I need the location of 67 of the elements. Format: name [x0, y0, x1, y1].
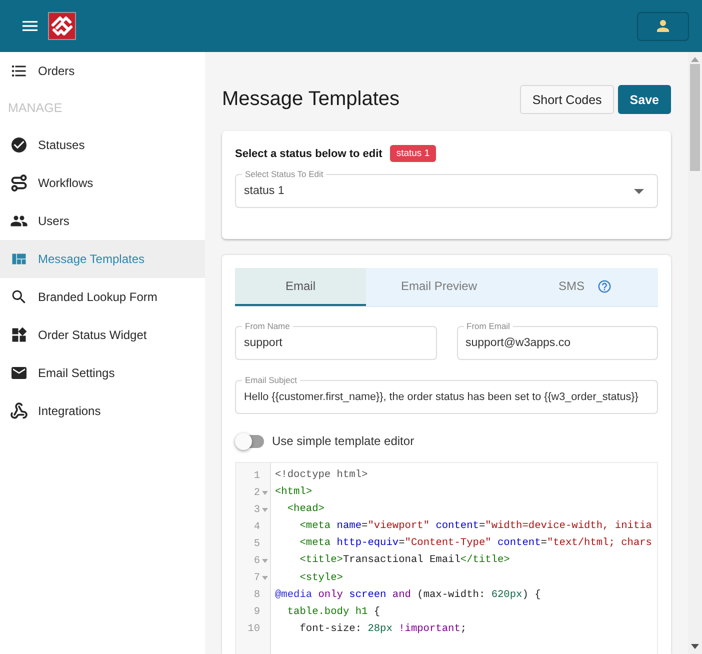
line-number: 4 [254, 520, 260, 533]
scrollbar-thumb[interactable] [690, 64, 700, 171]
line-number: 1 [254, 470, 260, 482]
search-icon [10, 288, 28, 306]
toggle-switch[interactable] [235, 432, 266, 450]
code-line: table.body h1 { [286, 604, 380, 620]
page-title: Message Templates [222, 88, 400, 111]
fold-arrow-icon[interactable] [262, 508, 268, 512]
dropdown-caret-icon [634, 188, 644, 194]
code-line: @media only screen and (max-width: 620px) { [275, 588, 541, 603]
line-number: 8 [254, 589, 260, 602]
code-line: font-size: 28px !important; [298, 622, 467, 637]
logo [48, 12, 76, 40]
code-line: <!doctype html> [275, 468, 368, 483]
field-label: Select Status To Edit [244, 169, 324, 180]
route-icon [10, 174, 28, 192]
envelope-icon [10, 364, 28, 382]
toggle-label: Use simple template editor [272, 434, 414, 448]
code-line: <meta name="viewport" content="width=device-width, initia [298, 519, 652, 534]
input-field[interactable]: Email Subject Hello {{customer.first_name}}, the order status has been set to {{w3_order_status}} [235, 375, 658, 414]
line-number: 5 [254, 538, 260, 550]
sidebar-item[interactable]: Orders [0, 52, 205, 90]
code-line: <head> [286, 502, 324, 518]
webhook-icon [10, 402, 28, 420]
line-number: 9 [254, 606, 260, 618]
code-line: <title>Transactional Email</title> [298, 553, 510, 568]
tab[interactable]: Email [235, 268, 366, 306]
account-button[interactable] [637, 12, 689, 40]
field-label: From Email [466, 321, 511, 332]
field-label: Email Subject [244, 375, 298, 386]
section-heading: MANAGE [7, 100, 64, 117]
tab[interactable]: Email Preview [366, 268, 512, 306]
sidebar-item[interactable]: Integrations [0, 392, 205, 430]
sidebar-item[interactable]: Users [0, 202, 205, 240]
line-number: 2 [254, 486, 260, 499]
person-icon [654, 17, 672, 35]
select-field[interactable]: Select Status To Edit status 1 [235, 169, 658, 208]
input-field[interactable]: From Name support [235, 321, 436, 360]
code-line: <style> [298, 570, 343, 586]
code-line: <meta http-equiv="Content-Type" content="text/html; chars [298, 536, 652, 552]
scrollbar[interactable] [688, 52, 702, 654]
tab[interactable]: SMS [512, 268, 658, 306]
scroll-down-icon[interactable] [691, 644, 699, 649]
line-number: 6 [254, 555, 260, 568]
sidebar-item[interactable]: Branded Lookup Form [0, 278, 205, 316]
save-button[interactable]: Save [618, 85, 671, 114]
scroll-up-icon[interactable] [691, 57, 699, 62]
code-editor[interactable] [235, 462, 658, 654]
sidebar-item[interactable]: Statuses [0, 126, 205, 164]
fold-arrow-icon[interactable] [262, 490, 268, 495]
input-field[interactable]: From Email support@w3apps.co [456, 321, 658, 360]
code-line: <html> [275, 485, 312, 500]
sidebar-item[interactable]: Message Templates [0, 240, 205, 278]
sidebar-item[interactable]: Email Settings [0, 354, 205, 392]
fold-arrow-icon[interactable] [262, 559, 268, 564]
line-number: 10 [248, 623, 260, 636]
sidebar-item[interactable]: Workflows [0, 164, 205, 202]
line-number: 7 [254, 572, 260, 584]
help-icon[interactable] [596, 278, 612, 294]
card-heading: Select a status below to edit [235, 148, 382, 160]
line-number: 3 [254, 504, 260, 516]
short-codes-button[interactable]: Short Codes [520, 85, 614, 114]
field-label: From Name [244, 321, 291, 332]
status-badge: status 1 [390, 145, 436, 162]
sidebar-item[interactable]: Order Status Widget [0, 316, 205, 354]
fold-arrow-icon[interactable] [262, 576, 268, 580]
widgets-icon [10, 326, 28, 344]
